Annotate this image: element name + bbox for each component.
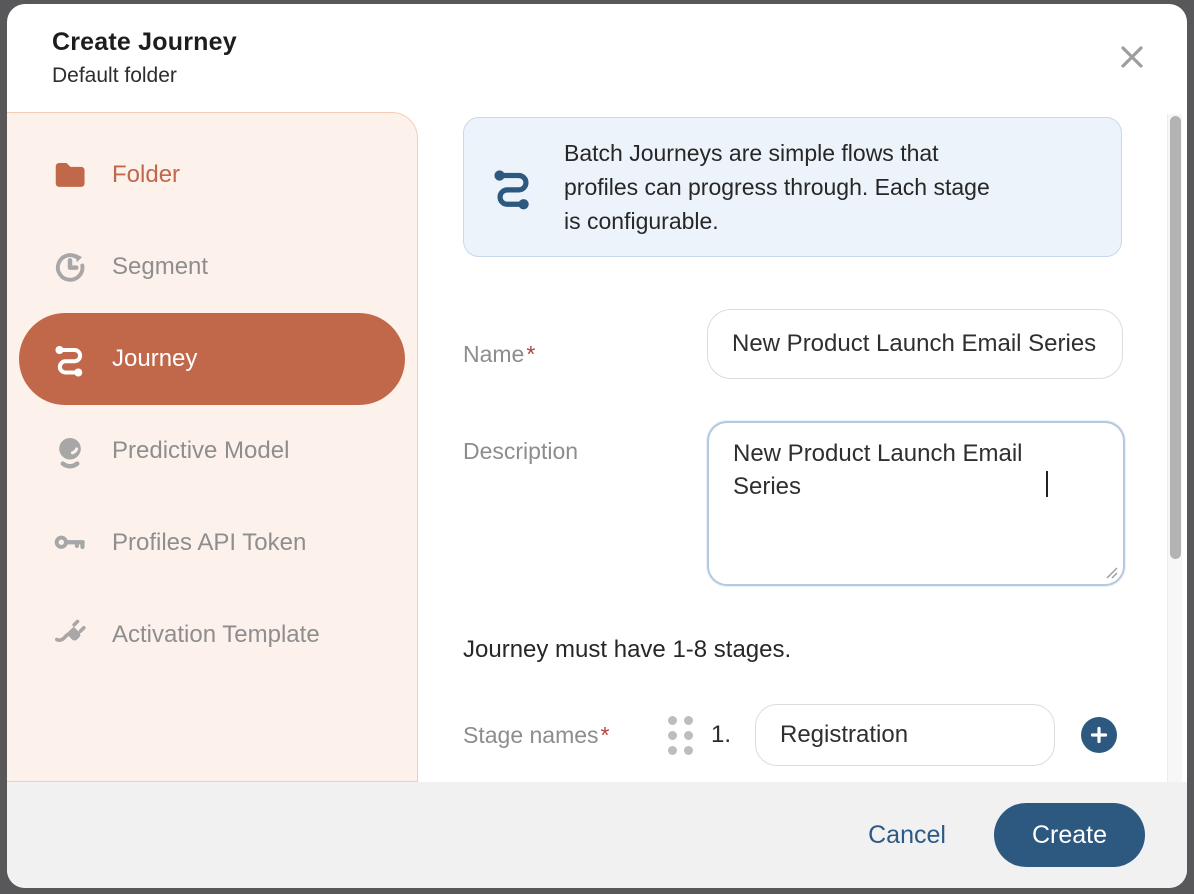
sidebar-item-folder[interactable]: Folder	[7, 129, 417, 221]
stage-names-row: Stage names* 1.	[463, 704, 1187, 766]
modal-body: Folder Segment Journey	[7, 112, 1187, 782]
name-field-row: Name*	[463, 309, 1187, 379]
plug-icon	[52, 617, 88, 653]
modal-content: Batch Journeys are simple flows that pro…	[418, 112, 1187, 782]
stage-number: 1.	[711, 721, 741, 749]
description-field-row: Description New Product Launch Email Ser…	[463, 421, 1187, 586]
create-button[interactable]: Create	[994, 803, 1145, 867]
vertical-scrollbar[interactable]	[1167, 114, 1182, 782]
sidebar-item-label: Segment	[112, 253, 208, 281]
journey-path-icon	[490, 164, 536, 210]
sidebar-item-label: Profiles API Token	[112, 529, 306, 557]
sidebar-item-profiles-api-token[interactable]: Profiles API Token	[7, 497, 417, 589]
entity-type-sidebar: Folder Segment Journey	[7, 112, 418, 782]
sidebar-item-label: Folder	[112, 161, 180, 189]
folder-icon	[52, 157, 88, 193]
info-banner-text: Batch Journeys are simple flows that pro…	[564, 136, 996, 238]
sidebar-item-label: Activation Template	[112, 621, 320, 649]
stages-note: Journey must have 1-8 stages.	[463, 636, 1187, 664]
sidebar-item-predictive-model[interactable]: Predictive Model	[7, 405, 417, 497]
scrollbar-thumb[interactable]	[1170, 116, 1181, 559]
add-stage-button[interactable]	[1081, 717, 1117, 753]
stage-name-input[interactable]	[755, 704, 1055, 766]
required-asterisk: *	[601, 722, 610, 748]
sidebar-item-segment[interactable]: Segment	[7, 221, 417, 313]
modal-footer: Cancel Create	[7, 782, 1187, 888]
modal-subtitle: Default folder	[52, 64, 1187, 88]
close-icon[interactable]	[1117, 42, 1147, 72]
name-label: Name*	[463, 309, 707, 379]
cancel-button[interactable]: Cancel	[868, 821, 946, 850]
segment-history-icon	[52, 249, 88, 285]
sidebar-item-label: Journey	[112, 345, 197, 373]
description-label: Description	[463, 421, 707, 586]
modal-header: Create Journey Default folder	[7, 4, 1187, 112]
plus-icon	[1089, 725, 1109, 745]
sidebar-item-journey[interactable]: Journey	[19, 313, 405, 405]
journey-info-banner: Batch Journeys are simple flows that pro…	[463, 117, 1122, 257]
drag-handle-icon[interactable]	[668, 716, 693, 755]
resize-handle-icon[interactable]	[1104, 565, 1118, 579]
description-textarea[interactable]: New Product Launch Email Series	[707, 421, 1125, 586]
stage-names-label: Stage names*	[463, 722, 668, 749]
text-caret	[1046, 471, 1048, 497]
create-journey-modal: Create Journey Default folder Folder Se	[7, 4, 1187, 888]
sidebar-item-activation-template[interactable]: Activation Template	[7, 589, 417, 681]
crystal-ball-icon	[52, 433, 88, 469]
key-icon	[52, 525, 88, 561]
sidebar-item-label: Predictive Model	[112, 437, 289, 465]
modal-title: Create Journey	[52, 28, 1187, 57]
description-text: New Product Launch Email Series	[733, 437, 1045, 503]
name-input[interactable]	[707, 309, 1123, 379]
journey-path-icon	[52, 341, 88, 377]
required-asterisk: *	[526, 341, 535, 367]
